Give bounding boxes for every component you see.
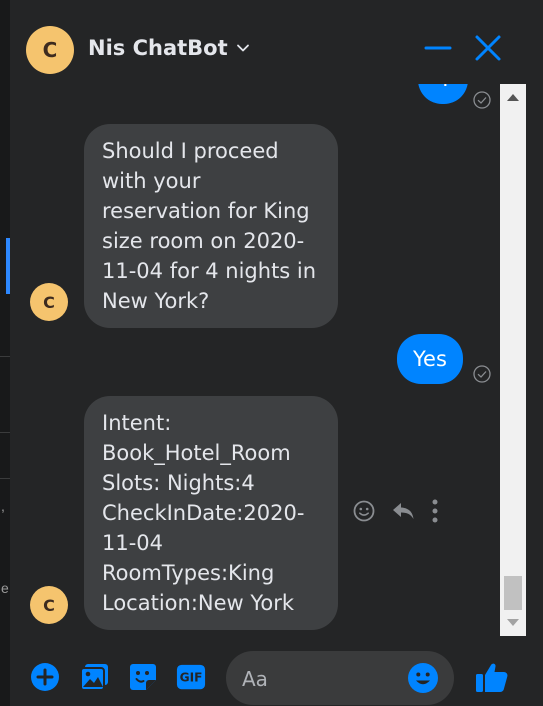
chat-title-button[interactable]: Nis ChatBot — [88, 30, 250, 66]
sticker-button[interactable] — [128, 662, 158, 692]
photo-icon — [80, 664, 108, 691]
gif-label: GIF — [180, 671, 203, 685]
sticker-icon — [130, 664, 156, 690]
message-composer: GIF — [10, 636, 536, 706]
attach-photo-button[interactable] — [80, 662, 110, 692]
react-icon — [353, 500, 375, 522]
background-divider — [0, 478, 10, 479]
bot-message-avatar[interactable]: C — [30, 586, 68, 624]
plus-icon — [31, 663, 59, 691]
close-button[interactable] — [470, 30, 506, 66]
user-message[interactable]: Yes — [397, 334, 463, 384]
bot-message[interactable]: Intent: Book_Hotel_Room Slots: Nights:4 … — [84, 396, 338, 630]
gif-button[interactable]: GIF — [176, 662, 206, 692]
more-options-button[interactable] — [430, 498, 440, 524]
message-input[interactable] — [240, 663, 394, 695]
like-button[interactable] — [474, 660, 510, 694]
minimize-icon — [424, 46, 452, 50]
bot-message[interactable]: Should I proceed with your reservation f… — [84, 124, 338, 328]
scroll-down-arrow[interactable] — [507, 619, 519, 626]
background-divider — [0, 356, 10, 357]
gif-icon: GIF — [176, 664, 206, 690]
message-actions — [352, 498, 440, 524]
chatbot-avatar[interactable]: C — [26, 26, 74, 74]
like-icon — [476, 663, 508, 692]
react-button[interactable] — [352, 499, 376, 523]
reply-button[interactable] — [390, 499, 416, 523]
seen-check-icon — [473, 91, 491, 109]
close-icon — [475, 35, 501, 61]
scroll-up-arrow[interactable] — [507, 94, 519, 101]
chat-header: C Nis ChatBot — [10, 10, 536, 84]
background-glyph: , — [1, 498, 5, 514]
background-page-strip: , e — [0, 0, 10, 706]
background-glyph: e — [1, 580, 9, 596]
chat-title: Nis ChatBot — [88, 36, 228, 60]
background-divider — [0, 432, 10, 433]
user-message[interactable]: 4 — [418, 84, 468, 104]
minimize-button[interactable] — [420, 30, 456, 66]
bot-message-avatar[interactable]: C — [30, 283, 68, 321]
message-scrollbar[interactable] — [500, 84, 526, 636]
more-actions-button[interactable] — [30, 662, 60, 692]
emoji-icon[interactable] — [407, 662, 439, 694]
scrollbar-thumb[interactable] — [504, 576, 522, 610]
chat-window: , e C Nis ChatBot 4 — [0, 0, 543, 706]
message-list[interactable]: 4 Should I proceed with your reservation… — [10, 84, 500, 636]
reply-icon — [393, 503, 414, 519]
chevron-down-icon — [236, 44, 249, 52]
message-input-box[interactable] — [226, 651, 454, 705]
seen-check-icon — [473, 365, 491, 383]
more-icon — [432, 499, 438, 523]
